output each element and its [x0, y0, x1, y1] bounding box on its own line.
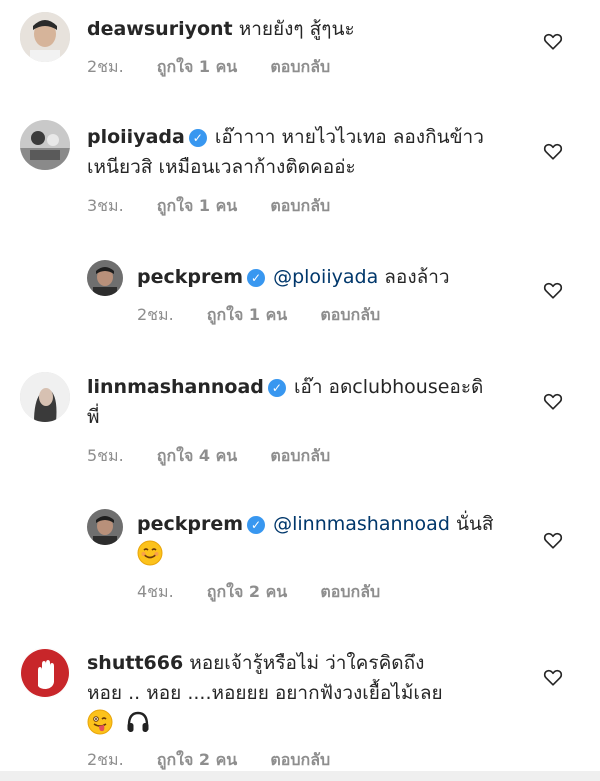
verified-badge-icon: ✓	[247, 269, 266, 287]
comment-body-line2: หอย .. หอย ....หอยยย อยากฟังวงเยื้อไม้เล…	[87, 682, 443, 704]
heart-icon[interactable]	[542, 140, 564, 162]
comment-body: หอยเจ้ารู้หรือไม่ ว่าใครคิดถึง	[189, 652, 425, 674]
username[interactable]: shutt666	[87, 652, 183, 674]
likes-count[interactable]: ถูกใจ 1 คน	[157, 196, 237, 215]
heart-icon[interactable]	[542, 529, 564, 551]
headphones-emoji	[127, 711, 149, 732]
comment-body: เอ๊าาาา หายไวไวเทอ ลองกินข้าว	[214, 126, 484, 148]
avatar[interactable]	[87, 509, 123, 545]
comment-body-line2: เหนียวสิ เหมือนเวลาก้างติดคออ่ะ	[87, 156, 356, 178]
heart-icon[interactable]	[542, 30, 564, 52]
timestamp: 4ชม.	[137, 582, 174, 601]
mention-link[interactable]: @linnmashannoad	[273, 513, 450, 535]
avatar[interactable]	[87, 260, 123, 296]
likes-count[interactable]: ถูกใจ 1 คน	[207, 305, 287, 324]
smiling-face-emoji	[137, 540, 163, 566]
comment-text: ploiiyada ✓ เอ๊าาาา หายไวไวเทอ ลองกินข้าว…	[87, 122, 484, 182]
comment-meta: 2ชม. ถูกใจ 2 คน ตอบกลับ	[87, 748, 358, 773]
timestamp: 2ชม.	[87, 750, 124, 769]
winking-tongue-emoji	[87, 709, 113, 735]
timestamp: 5ชม.	[87, 446, 124, 465]
username[interactable]: deawsuriyont	[87, 18, 233, 40]
verified-badge-icon: ✓	[247, 516, 266, 534]
username[interactable]: peckprem	[137, 513, 243, 535]
heart-icon[interactable]	[542, 390, 564, 412]
reply-button[interactable]: ตอบกลับ	[270, 196, 330, 215]
reply-button[interactable]: ตอบกลับ	[320, 582, 380, 601]
comment-meta: 2ชม. ถูกใจ 1 คน ตอบกลับ	[137, 303, 408, 328]
avatar[interactable]	[20, 648, 70, 698]
reply-button[interactable]: ตอบกลับ	[320, 305, 380, 324]
likes-count[interactable]: ถูกใจ 2 คน	[157, 750, 237, 769]
comment-meta: 4ชม. ถูกใจ 2 คน ตอบกลับ	[137, 580, 408, 605]
timestamp: 2ชม.	[87, 57, 124, 76]
comment-body: เอ๊า อดclubhouseอะดิ	[293, 376, 484, 398]
comment-meta: 3ชม. ถูกใจ 1 คน ตอบกลับ	[87, 194, 358, 219]
comment-body: นั่นสิ	[455, 513, 494, 535]
comment-text: linnmashannoad ✓ เอ๊า อดclubhouseอะดิ พี่	[87, 372, 483, 432]
comment-text: peckprem ✓ @linnmashannoad นั่นสิ	[137, 509, 494, 569]
comment-meta: 5ชม. ถูกใจ 4 คน ตอบกลับ	[87, 444, 358, 469]
verified-badge-icon: ✓	[188, 129, 207, 147]
heart-icon[interactable]	[542, 279, 564, 301]
comment-body: ลองล้าว	[384, 266, 450, 288]
timestamp: 3ชม.	[87, 196, 124, 215]
username[interactable]: ploiiyada	[87, 126, 185, 148]
comment-body: หายยังๆ สู้ๆนะ	[238, 18, 355, 40]
heart-icon[interactable]	[542, 666, 564, 688]
comment-body-line2: พี่	[87, 406, 100, 428]
avatar[interactable]	[20, 120, 70, 170]
comment-text: shutt666 หอยเจ้ารู้หรือไม่ ว่าใครคิดถึง …	[87, 648, 443, 738]
bottom-divider	[0, 771, 600, 781]
comment-text: deawsuriyont หายยังๆ สู้ๆนะ	[87, 14, 355, 44]
reply-button[interactable]: ตอบกลับ	[270, 446, 330, 465]
username[interactable]: linnmashannoad	[87, 376, 264, 398]
avatar[interactable]	[20, 12, 70, 62]
comment-meta: 2ชม. ถูกใจ 1 คน ตอบกลับ	[87, 55, 358, 80]
avatar[interactable]	[20, 372, 70, 422]
mention-link[interactable]: @ploiiyada	[273, 266, 378, 288]
likes-count[interactable]: ถูกใจ 2 คน	[207, 582, 287, 601]
likes-count[interactable]: ถูกใจ 1 คน	[157, 57, 237, 76]
reply-button[interactable]: ตอบกลับ	[270, 750, 330, 769]
comment-text: peckprem ✓ @ploiiyada ลองล้าว	[137, 262, 450, 292]
timestamp: 2ชม.	[137, 305, 174, 324]
username[interactable]: peckprem	[137, 266, 243, 288]
reply-button[interactable]: ตอบกลับ	[270, 57, 330, 76]
verified-badge-icon: ✓	[267, 379, 286, 397]
likes-count[interactable]: ถูกใจ 4 คน	[157, 446, 237, 465]
